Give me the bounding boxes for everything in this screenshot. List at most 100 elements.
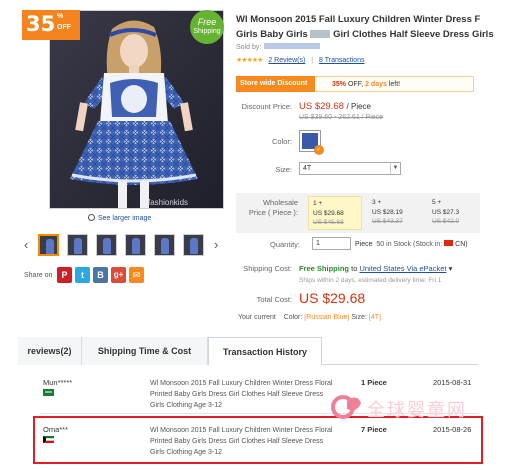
tab-reviews[interactable]: reviews(2) <box>18 337 82 365</box>
detail-tabs: reviews(2) Shipping Time & Cost Transact… <box>18 337 478 366</box>
rating-row: ★★★★★ 2 Review(s) | 8 Transactions <box>236 57 365 64</box>
discount-price: US $29.68 / Piece <box>299 101 371 112</box>
buyer-name: Mun***** <box>43 378 73 387</box>
site-watermark: 全球婴童网 <box>331 391 516 421</box>
thumb-next-arrow-icon[interactable]: › <box>214 237 218 252</box>
color-label: Color: <box>271 137 292 146</box>
check-icon: ✓ <box>314 145 324 155</box>
transactions-link[interactable]: 8 Transactions <box>319 57 365 64</box>
current-selection-row: Your current Color: [Russian Blue] Size:… <box>238 314 478 323</box>
quantity-input[interactable]: 1 <box>312 237 351 250</box>
rating-stars-icon: ★★★★★ <box>236 57 263 64</box>
your-current-label: Your current <box>238 314 276 321</box>
free-shipping-text: Free Shipping <box>299 264 350 273</box>
quantity-label: Quantity: <box>269 240 300 249</box>
total-cost-value: US $29.68 <box>299 290 366 306</box>
transaction-description[interactable]: Wl Monsoon 2015 Fall Luxury Children Win… <box>150 378 355 411</box>
sold-by-label: Sold by: <box>236 44 262 51</box>
tier-qty: 1 + <box>313 200 323 207</box>
magnifier-icon <box>88 214 95 221</box>
pinterest-icon[interactable]: P <box>57 267 72 283</box>
shipping-method-link[interactable]: United States Via ePacket <box>359 264 446 273</box>
sold-by: Sold by: <box>236 43 321 51</box>
highlight-box <box>33 416 483 464</box>
google-plus-icon[interactable]: g+ <box>111 267 126 283</box>
shipping-cost-label: Shipping Cost: <box>243 264 292 273</box>
stock-country: CN) <box>455 241 468 248</box>
wholesale-tier: 3 + US $28.19 US $43.37 <box>368 196 422 230</box>
thumbnail[interactable] <box>96 234 117 256</box>
quantity-unit: Piece <box>355 241 373 248</box>
product-title: Wl Monsoon 2015 Fall Luxury Children Win… <box>236 12 496 42</box>
tab-shipping-time-cost[interactable]: Shipping Time & Cost <box>82 337 208 365</box>
shipping-to: to <box>351 264 358 273</box>
wholesale-price-panel: Wholesale Price ( Piece ): 1 + US $29.68 … <box>236 193 480 233</box>
reviews-link[interactable]: 2 Review(s) <box>268 57 305 64</box>
shipping-note: Ships within 2 days, estimated delivery … <box>299 277 442 284</box>
thumbnail-strip: ‹ › <box>24 234 229 256</box>
thumbnail[interactable] <box>125 234 146 256</box>
thumbnail[interactable] <box>154 234 175 256</box>
size-select[interactable]: 4T ▼ <box>299 162 401 175</box>
tier-price: US $29.68 <box>313 209 344 217</box>
watermark-text: 全球婴童网 <box>367 400 467 421</box>
tier-price: US $27.3 <box>432 208 460 216</box>
current-color-value: [Russian Blue] <box>304 314 350 321</box>
photo-watermark: fashionkids <box>148 198 188 207</box>
see-larger-image-link[interactable]: See larger image <box>88 214 151 222</box>
tab-transaction-history[interactable]: Transaction History <box>208 337 322 366</box>
color-swatch-russian-blue[interactable]: ✓ <box>299 130 324 155</box>
store-discount-days: 2 days <box>365 81 387 88</box>
free-shipping-badge: Free Shipping <box>190 10 224 44</box>
discount-value: 35 <box>26 12 56 36</box>
tier-qty: 5 + <box>432 199 442 206</box>
current-color-label: Color: <box>283 314 303 321</box>
chevron-down-icon[interactable]: ▾ <box>449 264 453 273</box>
tier-old-price: US $42.0 <box>432 218 460 225</box>
tier-old-price: US $45.68 <box>313 219 344 226</box>
discount-percent-sign: % <box>57 13 64 20</box>
blurred-text <box>310 30 331 38</box>
free-label: Free <box>197 17 217 27</box>
share-label: Share on <box>24 272 53 279</box>
discount-tag: 35 % OFF <box>22 10 80 40</box>
price-unit: / Piece <box>346 102 372 111</box>
thumbnail[interactable] <box>183 234 204 256</box>
thumbnail[interactable] <box>38 234 59 256</box>
wholesale-tier: 1 + US $29.68 US $45.68 <box>308 196 362 230</box>
transaction-date: 2015-08-31 <box>433 378 472 387</box>
watermark-logo-icon <box>331 395 361 419</box>
store-discount-pct: 35% <box>332 81 347 88</box>
wholesale-tier: 5 + US $27.3 US $42.0 <box>428 196 482 230</box>
thumb-prev-arrow-icon[interactable]: ‹ <box>24 237 28 252</box>
store-discount-tag: Store wide Discount <box>236 76 316 92</box>
current-size-value: [4T] <box>368 314 381 321</box>
size-label: Size: <box>275 165 292 174</box>
stock-count: 50 in Stock (Stock in: <box>376 241 443 248</box>
store-discount-off: OFF, <box>347 81 364 88</box>
tier-price: US $28.19 <box>372 208 403 216</box>
size-selected-value: 4T <box>303 165 312 172</box>
shipping-info: Free Shipping to United States Via ePack… <box>299 264 452 273</box>
chevron-down-icon: ▼ <box>390 163 400 174</box>
email-icon[interactable]: ✉ <box>129 267 144 283</box>
product-title-line2a: Girls Baby Girls <box>236 29 308 40</box>
discount-price-label: Discount Price: <box>241 102 292 111</box>
product-title-line1: Wl Monsoon 2015 Fall Luxury Children Win… <box>236 14 481 25</box>
original-price: US $39.60 - 262.61 / Piece <box>299 114 384 121</box>
thumbnail[interactable] <box>67 234 88 256</box>
vk-icon[interactable]: B <box>93 267 108 283</box>
store-discount-banner: Store wide Discount 35% OFF, 2 days left… <box>236 76 474 92</box>
see-larger-label: See larger image <box>98 215 152 222</box>
seller-name-blurred[interactable] <box>264 43 321 49</box>
wholesale-label: Wholesale Price ( Piece ): <box>248 198 298 217</box>
china-flag-icon <box>444 240 454 246</box>
product-title-line2b: Girl Clothes Half Sleeve Dress Girls Clo… <box>333 29 496 40</box>
discount-off-label: OFF <box>57 24 71 31</box>
twitter-icon[interactable]: t <box>75 267 90 283</box>
current-size-label: Size: <box>351 314 367 321</box>
tier-old-price: US $43.37 <box>372 218 403 225</box>
tier-qty: 3 + <box>372 199 382 206</box>
transaction-qty: 1 Piece <box>361 378 387 387</box>
shipping-label: Shipping <box>193 28 221 35</box>
